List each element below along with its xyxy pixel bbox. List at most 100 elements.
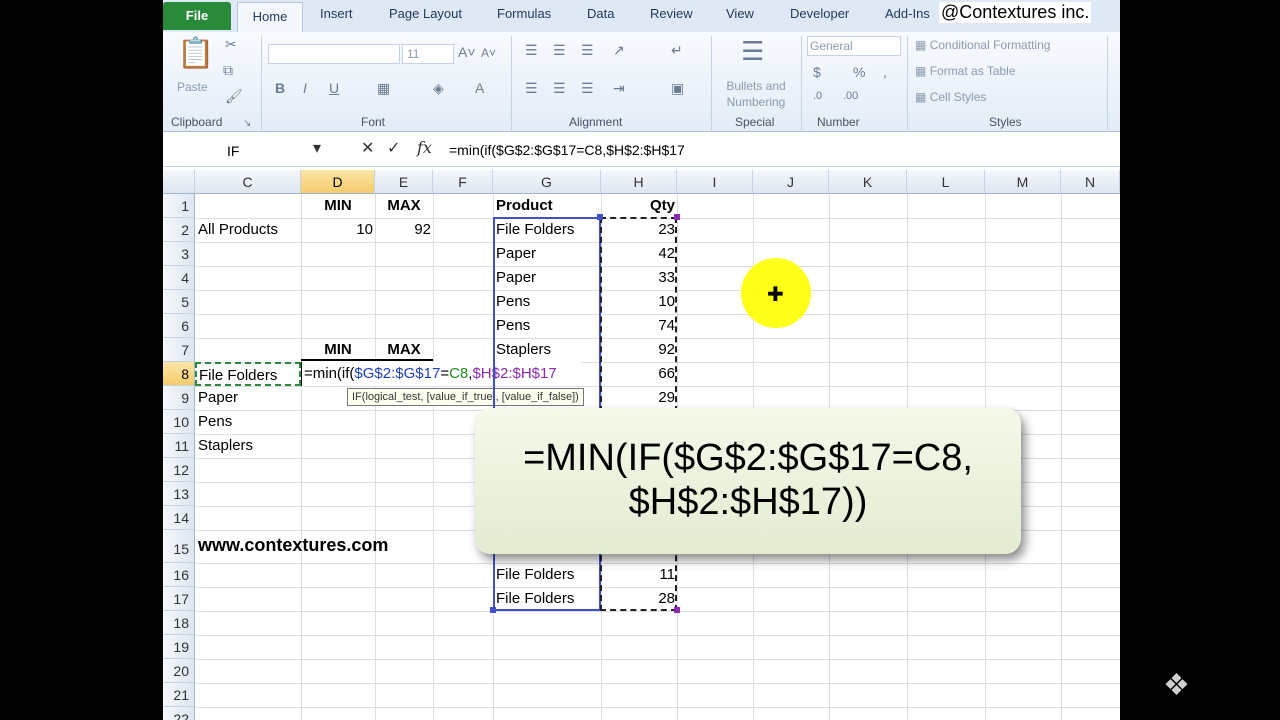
italic-icon[interactable]: I bbox=[303, 80, 307, 96]
tab-review[interactable]: Review bbox=[650, 6, 693, 21]
cell-c2[interactable]: All Products bbox=[198, 218, 278, 242]
tab-view[interactable]: View bbox=[726, 6, 754, 21]
tab-add-ins[interactable]: Add-Ins bbox=[885, 6, 930, 21]
row-header[interactable]: 5 bbox=[163, 290, 195, 314]
row-header[interactable]: 21 bbox=[163, 683, 195, 707]
underline-icon[interactable]: U bbox=[329, 80, 339, 96]
column-header[interactable]: H bbox=[601, 170, 677, 194]
row-header[interactable]: 19 bbox=[163, 635, 195, 659]
row-header[interactable]: 2 bbox=[163, 218, 195, 242]
row-header[interactable]: 16 bbox=[163, 563, 195, 587]
column-header[interactable]: M bbox=[985, 170, 1061, 194]
row-header[interactable]: 22 bbox=[163, 707, 195, 720]
format-painter-icon[interactable]: 🖌 bbox=[225, 88, 243, 105]
currency-icon[interactable]: $ bbox=[813, 64, 821, 80]
comma-style-icon[interactable]: , bbox=[883, 64, 887, 80]
select-all-corner[interactable] bbox=[163, 170, 195, 194]
cell-g1[interactable]: Product bbox=[496, 194, 553, 218]
insert-function-icon[interactable]: fx bbox=[417, 138, 432, 157]
cell-c8[interactable]: File Folders bbox=[195, 362, 301, 386]
decrease-decimal-icon[interactable]: .00 bbox=[843, 90, 858, 102]
indent-icon[interactable]: ⇥ bbox=[613, 80, 625, 97]
format-as-table-button[interactable]: ▦ Format as Table bbox=[915, 64, 1016, 78]
row-header[interactable]: 14 bbox=[163, 506, 195, 530]
font-name-select[interactable] bbox=[268, 44, 400, 64]
name-box-dropdown-icon[interactable]: ▾ bbox=[313, 138, 321, 158]
cell-e2[interactable]: 92 bbox=[375, 218, 431, 242]
cancel-icon[interactable]: ✕ bbox=[361, 138, 374, 158]
number-format-select[interactable]: General bbox=[807, 36, 901, 56]
column-header[interactable]: C bbox=[195, 170, 301, 194]
cell-e7[interactable]: MAX bbox=[375, 338, 433, 361]
font-size-select[interactable]: 11 bbox=[402, 44, 454, 64]
increase-decimal-icon[interactable]: .0 bbox=[813, 90, 822, 102]
percent-icon[interactable]: % bbox=[853, 64, 865, 80]
tab-home[interactable]: Home bbox=[237, 2, 303, 32]
column-header[interactable]: J bbox=[753, 170, 829, 194]
align-bottom-icon[interactable]: ☰ bbox=[581, 42, 594, 59]
merge-center-icon[interactable]: ▣ bbox=[671, 80, 684, 97]
orientation-icon[interactable]: ↗ bbox=[613, 42, 625, 59]
cell-c10[interactable]: Pens bbox=[198, 410, 232, 434]
row-header[interactable]: 11 bbox=[163, 434, 195, 458]
paste-icon[interactable]: 📋 bbox=[177, 36, 214, 71]
enter-icon[interactable]: ✓ bbox=[387, 138, 400, 158]
row-header[interactable]: 10 bbox=[163, 410, 195, 434]
row-header[interactable]: 20 bbox=[163, 659, 195, 683]
cell-e1[interactable]: MAX bbox=[375, 194, 433, 218]
row-header[interactable]: 3 bbox=[163, 242, 195, 266]
font-color-icon[interactable]: A bbox=[475, 80, 484, 96]
conditional-formatting-button[interactable]: ▦ Conditional Formatting bbox=[915, 38, 1050, 52]
dialog-launcher-icon[interactable]: ↘ bbox=[243, 118, 251, 129]
fill-color-icon[interactable]: ◈ bbox=[433, 80, 444, 97]
align-left-icon[interactable]: ☰ bbox=[525, 80, 538, 97]
row-header[interactable]: 7 bbox=[163, 338, 195, 362]
row-header[interactable]: 8 bbox=[163, 362, 195, 386]
align-top-icon[interactable]: ☰ bbox=[525, 42, 538, 59]
bullets-icon[interactable]: ☰ bbox=[741, 36, 764, 67]
row-header[interactable]: 17 bbox=[163, 587, 195, 611]
column-header[interactable]: K bbox=[829, 170, 907, 194]
range-handle[interactable] bbox=[597, 214, 603, 220]
tab-formulas[interactable]: Formulas bbox=[497, 6, 551, 21]
grow-font-icon[interactable]: A˅ bbox=[458, 44, 476, 60]
bullets-numbering-button[interactable]: Bullets and Numbering bbox=[719, 78, 793, 110]
cell-c9[interactable]: Paper bbox=[198, 386, 238, 410]
column-header[interactable]: F bbox=[433, 170, 493, 194]
tab-data[interactable]: Data bbox=[587, 6, 614, 21]
tab-page-layout[interactable]: Page Layout bbox=[389, 6, 462, 21]
align-middle-icon[interactable]: ☰ bbox=[553, 42, 566, 59]
column-header[interactable]: L bbox=[907, 170, 985, 194]
row-header[interactable]: 15 bbox=[163, 530, 195, 563]
range-handle[interactable] bbox=[674, 214, 680, 220]
column-header[interactable]: N bbox=[1061, 170, 1120, 194]
tab-file[interactable]: File bbox=[163, 2, 231, 30]
range-handle[interactable] bbox=[490, 607, 496, 613]
row-header[interactable]: 12 bbox=[163, 458, 195, 482]
tab-insert[interactable]: Insert bbox=[320, 6, 353, 21]
tab-developer[interactable]: Developer bbox=[790, 6, 849, 21]
shrink-font-icon[interactable]: A˅ bbox=[481, 46, 496, 60]
wrap-text-icon[interactable]: ↵ bbox=[671, 42, 683, 59]
row-header[interactable]: 13 bbox=[163, 482, 195, 506]
paste-button[interactable]: Paste bbox=[177, 80, 208, 94]
cell-d7[interactable]: MIN bbox=[301, 338, 375, 361]
column-header[interactable]: G bbox=[493, 170, 601, 194]
align-right-icon[interactable]: ☰ bbox=[581, 80, 594, 97]
copy-icon[interactable]: ⧉ bbox=[223, 62, 233, 79]
cell-d2[interactable]: 10 bbox=[301, 218, 373, 242]
column-header[interactable]: E bbox=[375, 170, 433, 194]
formula-input[interactable]: =min(if($G$2:$G$17=C8,$H$2:$H$17 bbox=[449, 142, 685, 158]
row-header[interactable]: 4 bbox=[163, 266, 195, 290]
bold-icon[interactable]: B bbox=[275, 80, 285, 96]
cell-h1[interactable]: Qty bbox=[601, 194, 675, 218]
cell-c15[interactable]: www.contextures.com bbox=[198, 533, 388, 557]
align-center-icon[interactable]: ☰ bbox=[553, 80, 566, 97]
cell-c11[interactable]: Staplers bbox=[198, 434, 253, 458]
row-header[interactable]: 1 bbox=[163, 194, 195, 218]
range-handle[interactable] bbox=[674, 607, 680, 613]
column-header[interactable]: D bbox=[301, 170, 375, 194]
row-header[interactable]: 9 bbox=[163, 386, 195, 410]
cut-icon[interactable]: ✂ bbox=[225, 36, 237, 53]
column-header[interactable]: I bbox=[677, 170, 753, 194]
